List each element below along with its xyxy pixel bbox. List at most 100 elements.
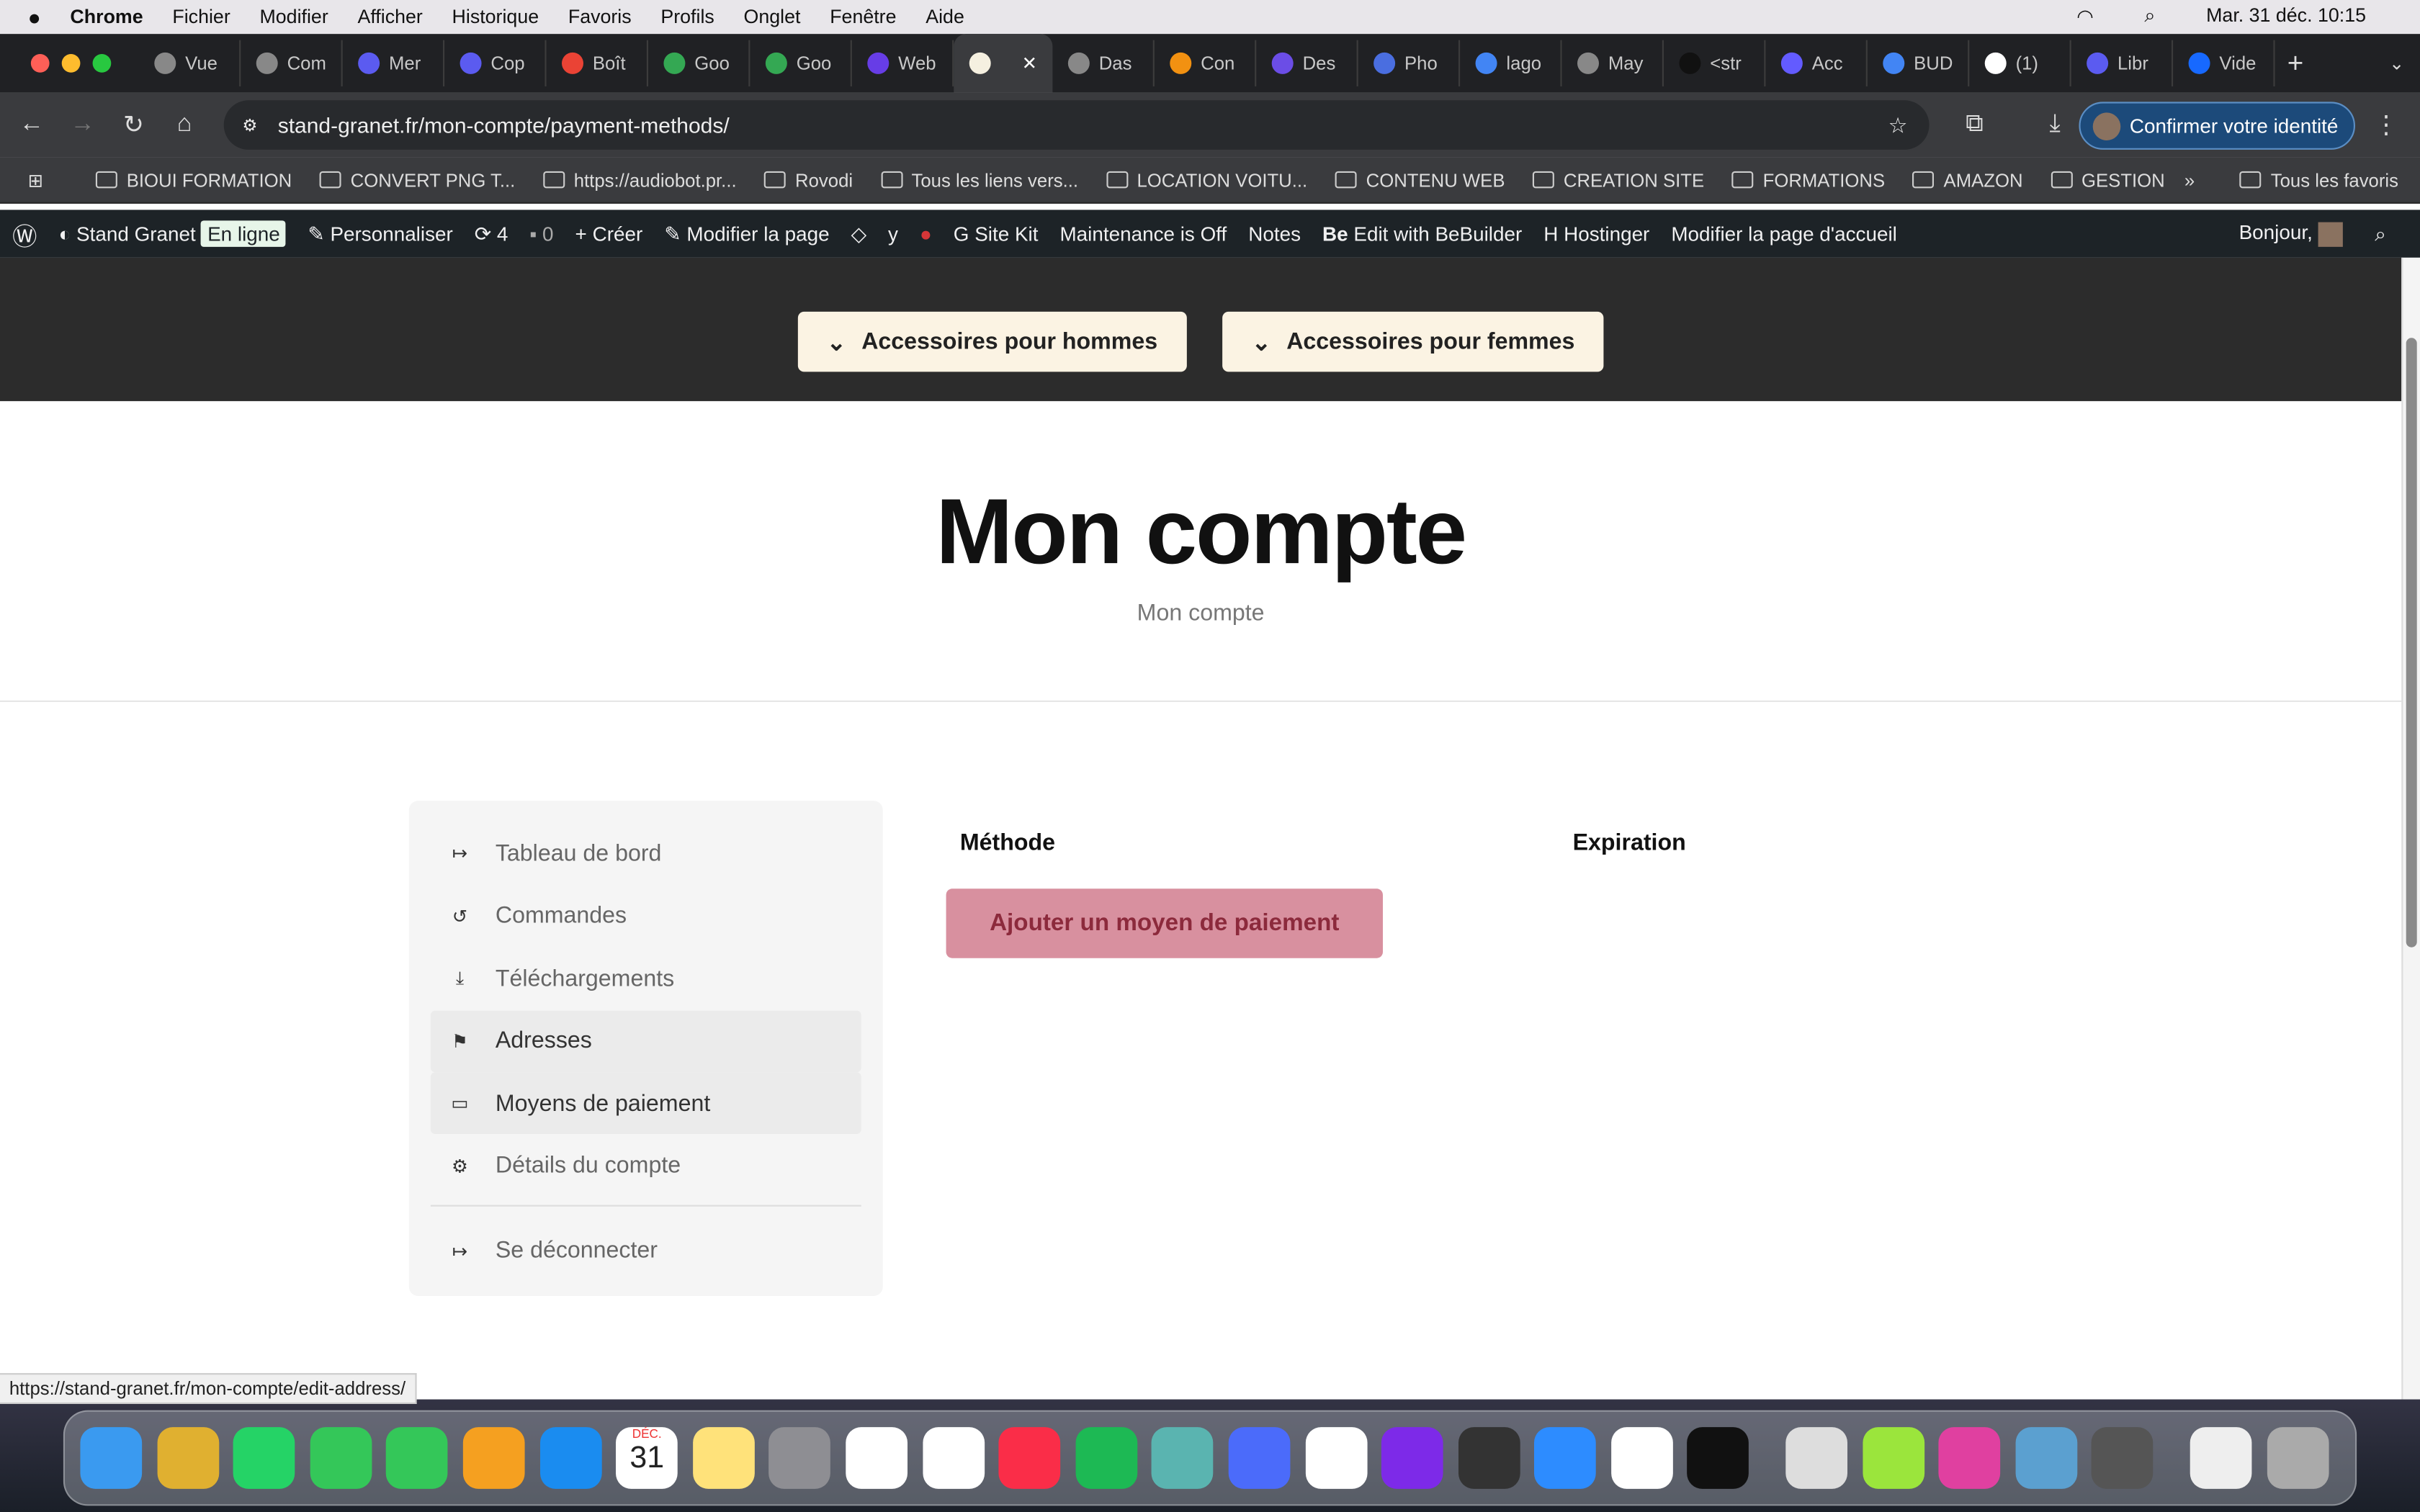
tr-icon[interactable]	[1688, 1427, 1749, 1489]
all-bookmarks[interactable]: Tous les favoris	[2239, 169, 2398, 191]
customize-link[interactable]: ✎ Personnaliser	[308, 222, 452, 246]
browser-tab[interactable]: (1)	[1969, 40, 2071, 87]
freeform-icon[interactable]	[846, 1427, 908, 1489]
bookmark-item[interactable]: FORMATIONS	[1731, 169, 1885, 191]
home-button[interactable]: ⌂	[159, 111, 210, 139]
edit-page-link[interactable]: ✎ Modifier la page	[664, 222, 829, 246]
capcut-icon[interactable]	[1304, 1427, 1367, 1489]
browser-tab[interactable]: Goo	[750, 40, 852, 87]
sitekit-link[interactable]: G Site Kit	[954, 222, 1039, 246]
inkscape-icon[interactable]	[1458, 1427, 1520, 1489]
url-text[interactable]: stand-granet.fr/mon-compte/payment-metho…	[278, 112, 730, 137]
chrome-icon[interactable]	[922, 1427, 985, 1489]
close-window-button[interactable]	[30, 54, 50, 73]
browser-tab[interactable]: Cop	[444, 40, 547, 87]
app-icon[interactable]	[1152, 1427, 1214, 1489]
preview-icon[interactable]	[2015, 1427, 2077, 1489]
menu-fichier[interactable]: Fichier	[172, 6, 230, 28]
sidebar-item[interactable]: ↺ Commandes	[431, 885, 861, 947]
facetime-icon[interactable]	[386, 1427, 449, 1489]
system-settings-icon[interactable]	[768, 1427, 831, 1489]
browser-tab[interactable]: Goo	[648, 40, 750, 87]
bookmark-item[interactable]: https://audiobot.pr...	[542, 169, 737, 191]
browser-tab[interactable]: lago	[1460, 40, 1562, 87]
add-payment-method-button[interactable]: Ajouter un moyen de paiement	[946, 888, 1383, 958]
search-icon[interactable]: ⌕	[2144, 4, 2155, 27]
menu-modifier[interactable]: Modifier	[259, 6, 328, 28]
more-bookmarks-icon[interactable]: »	[2184, 169, 2195, 191]
close-tab-icon[interactable]: ✕	[1022, 53, 1038, 74]
browser-tab[interactable]: BUD	[1868, 40, 1970, 87]
download-icon[interactable]: ⤓	[2050, 111, 2061, 139]
browser-tab[interactable]: Vue	[139, 40, 241, 87]
sidebar-item[interactable]: ▭ Moyens de paiement	[430, 1073, 861, 1135]
search-icon[interactable]: ⌕	[2375, 222, 2386, 246]
bebuilder-link[interactable]: Be Edit with BeBuilder	[1322, 222, 1522, 246]
bookmark-item[interactable]: Tous les liens vers...	[880, 169, 1078, 191]
browser-tab[interactable]: May	[1562, 40, 1664, 87]
scrollbar-thumb[interactable]	[2406, 338, 2417, 948]
browser-tab[interactable]: Acc	[1765, 40, 1868, 87]
bookmark-item[interactable]: CONVERT PNG T...	[319, 169, 515, 191]
browser-tab[interactable]: Pho	[1358, 40, 1461, 87]
menu-aide[interactable]: Aide	[926, 6, 964, 28]
nordvpn-icon[interactable]	[1228, 1427, 1291, 1489]
women-accessories-dropdown[interactable]: ⌄ Accessoires pour femmes	[1222, 311, 1605, 372]
site-info-icon[interactable]: ⚙	[242, 115, 257, 135]
chatgpt-icon[interactable]	[1610, 1427, 1673, 1489]
app-store-icon[interactable]	[539, 1427, 601, 1489]
yoast-icon[interactable]: y	[888, 222, 898, 246]
pink-icon[interactable]	[1938, 1427, 2001, 1489]
sidebar-item-logout[interactable]: ↦ Se déconnecter	[431, 1220, 861, 1282]
tab-search-button[interactable]: ⌄	[2389, 53, 2405, 74]
trash-icon[interactable]	[2267, 1427, 2329, 1489]
calculator-icon[interactable]	[2092, 1427, 2154, 1489]
bookmark-item[interactable]: CONTENU WEB	[1335, 169, 1505, 191]
account-menu[interactable]: Bonjour,	[2239, 221, 2343, 247]
menu-onglet[interactable]: Onglet	[744, 6, 801, 28]
reload-button[interactable]: ↻	[108, 109, 159, 140]
extensions-icon[interactable]: ⧉	[1966, 111, 1984, 139]
edit-home-link[interactable]: Modifier la page d'accueil	[1671, 222, 1896, 246]
hostinger-link[interactable]: H Hostinger	[1543, 222, 1649, 246]
spotify-icon[interactable]	[1075, 1427, 1137, 1489]
minimize-button[interactable]	[61, 54, 81, 73]
browser-tab[interactable]: Web	[852, 40, 954, 87]
browser-tab[interactable]: Boît	[547, 40, 648, 87]
sidebar-item[interactable]: ⚑ Adresses	[430, 1010, 861, 1072]
page-scrollbar[interactable]	[2401, 257, 2420, 1400]
create-link[interactable]: + Créer	[575, 222, 643, 246]
address-bar[interactable]: ⚙ stand-granet.fr/mon-compte/payment-met…	[223, 100, 1930, 150]
browser-tab[interactable]: Vide	[2173, 40, 2275, 87]
bookmark-item[interactable]: GESTION	[2051, 169, 2165, 191]
bookmark-item[interactable]: AMAZON	[1912, 169, 2023, 191]
photos-icon[interactable]	[462, 1427, 525, 1489]
confirm-identity-button[interactable]: Confirmer votre identité	[2079, 102, 2355, 150]
browser-tab[interactable]: Das	[1052, 40, 1155, 87]
comments-link[interactable]: ▪ 0	[529, 222, 553, 246]
menu-profils[interactable]: Profils	[660, 6, 714, 28]
menu-fenetre[interactable]: Fenêtre	[830, 6, 896, 28]
finder-icon[interactable]	[80, 1427, 143, 1489]
apple-icon[interactable]: ●	[28, 4, 41, 29]
browser-tab[interactable]: ✕	[954, 34, 1053, 93]
more-menu-icon[interactable]: ⋮	[2374, 109, 2398, 140]
notes-icon[interactable]	[692, 1427, 755, 1489]
messages-icon[interactable]	[310, 1427, 372, 1489]
wordpress-icon[interactable]: Ⓦ	[12, 215, 37, 252]
menu-favoris[interactable]: Favoris	[568, 6, 632, 28]
site-name[interactable]: ◐ Stand Granet En ligne	[58, 220, 287, 247]
sidebar-item[interactable]: ↦ Tableau de bord	[431, 822, 861, 884]
bookmark-star-icon[interactable]: ☆	[1888, 112, 1908, 138]
menu-historique[interactable]: Historique	[452, 6, 539, 28]
calendar-icon[interactable]: DÉC. 31	[616, 1427, 678, 1489]
back-button[interactable]: ←	[6, 111, 58, 139]
wifi-icon[interactable]: ◠	[2076, 4, 2093, 28]
app-menu[interactable]: Chrome	[70, 6, 143, 28]
browser-tab[interactable]: <str	[1664, 40, 1766, 87]
bookmark-item[interactable]: LOCATION VOITU...	[1106, 169, 1307, 191]
diamond-icon[interactable]: ◇	[851, 222, 866, 246]
new-tab-button[interactable]: +	[2287, 47, 2304, 79]
bookmark-item[interactable]: Rovodi	[764, 169, 853, 191]
apps-icon[interactable]: ⊞	[28, 169, 44, 191]
